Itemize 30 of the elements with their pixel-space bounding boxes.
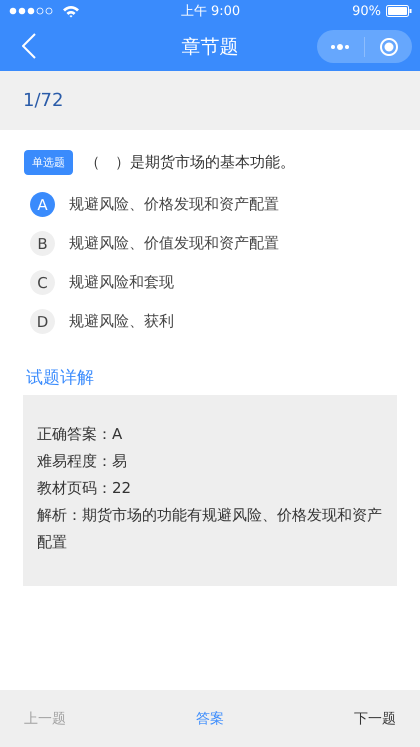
explanation-line: 教材页码：22 — [37, 478, 132, 499]
question-counter: 1/72 — [23, 90, 64, 111]
capsule-menu[interactable] — [317, 30, 412, 63]
option-text: 规避风险、价格发现和资产配置 — [69, 195, 279, 214]
option-letter: C — [30, 270, 55, 295]
wifi-icon — [62, 4, 80, 18]
more-icon[interactable] — [330, 42, 350, 50]
answer-option[interactable]: A 规避风险、价格发现和资产配置 — [24, 185, 397, 224]
battery-icon — [386, 5, 412, 17]
status-time: 上午 9:00 — [180, 3, 240, 20]
page-title: 章节题 — [182, 34, 238, 60]
bottom-tab[interactable]: 下一题 — [354, 706, 396, 732]
battery-percent: 90% — [352, 4, 381, 18]
section-title: 试题详解 — [26, 367, 95, 389]
option-text: 规避风险、价值发现和资产配置 — [69, 234, 279, 253]
option-text: 规避风险和套现 — [69, 273, 174, 292]
explanation-line: 难易程度：易 — [37, 451, 128, 472]
question-text: （ ）是期货市场的基本功能。 — [85, 153, 295, 172]
option-letter: B — [30, 231, 55, 256]
answer-option[interactable]: B 规避风险、价值发现和资产配置 — [24, 224, 397, 263]
question-type-badge: 单选题 — [24, 150, 73, 175]
option-letter: D — [30, 309, 55, 334]
answer-option[interactable]: D 规避风险、获利 — [24, 302, 397, 341]
close-icon[interactable] — [379, 36, 399, 56]
answer-option[interactable]: C 规避风险和套现 — [24, 263, 397, 302]
explanation-line: 解析：期货市场的功能有规避风险、价格发现和资产配置 — [37, 505, 383, 553]
option-text: 规避风险、获利 — [69, 312, 174, 331]
explanation-line: 正确答案：A — [37, 424, 124, 445]
back-icon[interactable] — [22, 33, 36, 59]
option-letter: A — [30, 192, 55, 217]
